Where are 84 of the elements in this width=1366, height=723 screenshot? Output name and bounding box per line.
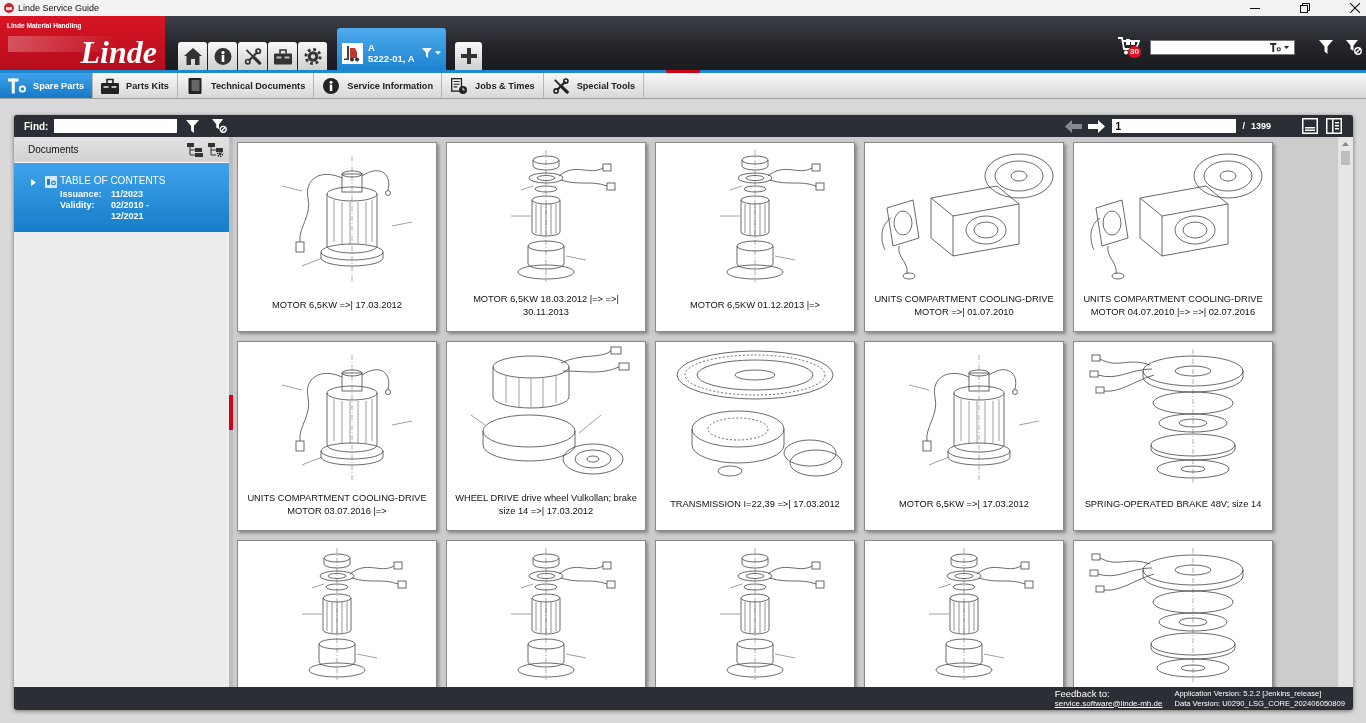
card-caption: MOTOR 6,5KW =>| 17.03.2012 — [272, 299, 402, 312]
card-caption: MOTOR 6,5KW 18.03.2012 |=> =>| 30.11.2013 — [472, 293, 620, 318]
feedback-email-link[interactable]: service.software@linde-mh.de — [1054, 698, 1163, 709]
page-separator: / — [1242, 121, 1245, 131]
caret-icon[interactable] — [1284, 45, 1289, 49]
page-field[interactable]: 1 — [1112, 119, 1237, 133]
app-icon — [4, 3, 14, 13]
document-card[interactable]: UNITS COMPARTMENT COOLING-DRIVE MOTOR 04.07.2010 |=> =>| 02.07.2016 — [1073, 142, 1273, 332]
document-card[interactable]: MOTOR 6,5KW 01.12.2013 |=> — [655, 142, 855, 332]
card-caption: TRANSMISSION I=22,39 =>| 17.03.2012 — [670, 498, 840, 511]
filter-icon[interactable] — [1319, 40, 1333, 54]
tab[interactable]: Service Information — [314, 73, 443, 98]
window-title: Linde Service Guide — [18, 3, 100, 13]
forward-arrow-icon[interactable] — [1088, 119, 1106, 133]
minimize-icon[interactable] — [1250, 7, 1260, 9]
logo-wordmark: Linde — [80, 38, 157, 67]
scroll-up-arrow-icon[interactable] — [1342, 142, 1349, 146]
single-view-icon[interactable] — [1302, 118, 1318, 134]
home-button[interactable] — [178, 42, 207, 70]
page-total: 1399 — [1250, 121, 1271, 131]
card-caption: UNITS COMPARTMENT COOLING-DRIVE MOTOR 04.07.2010 |=> =>| 02.07.2016 — [1082, 293, 1264, 318]
feedback-label: Feedback to: — [1054, 688, 1111, 699]
settings-icon — [303, 47, 322, 65]
document-icon — [45, 176, 57, 188]
tools-button[interactable] — [238, 42, 267, 70]
cart-count-badge: 30 — [1128, 46, 1141, 58]
home-icon — [183, 47, 202, 65]
book-icon — [186, 77, 204, 94]
field-label: Validity: — [60, 200, 96, 212]
document-card[interactable]: SPRING-OPERATED BRAKE 48V; size 14 — [1073, 341, 1273, 531]
vertical-scrollbar[interactable] — [1338, 137, 1353, 687]
restore-icon[interactable] — [1300, 3, 1310, 13]
toolbox-icon — [101, 77, 120, 94]
field-value: 02/2010 - 12/2021 — [111, 200, 151, 222]
document-card[interactable]: UNITS COMPARTMENT COOLING-DRIVE MOTOR 03.07.2016 |=> — [237, 341, 437, 531]
card-caption: MOTOR 6,5KW 01.12.2013 |=> — [690, 299, 820, 312]
document-card[interactable]: TRANSMISSION I=22,39 =>| 17.03.2012 — [655, 341, 855, 531]
search-field[interactable] — [1150, 39, 1295, 55]
tree-icon[interactable] — [187, 142, 203, 157]
tab[interactable]: Parts Kits — [93, 73, 178, 98]
settings-button[interactable] — [298, 42, 327, 70]
add-button[interactable] — [455, 42, 482, 70]
field-label: Issuance: — [60, 189, 103, 200]
filter-clear-icon[interactable] — [1346, 39, 1362, 55]
document-card[interactable]: UNITS COMPARTMENT COOLING-DRIVE MOTOR =>| 01.07.2010 — [864, 142, 1064, 332]
tools-icon — [551, 77, 570, 94]
close-icon[interactable] — [1350, 3, 1360, 13]
toolbox-button[interactable] — [268, 42, 297, 70]
splitter-handle[interactable] — [666, 70, 700, 73]
scrollbar-thumb[interactable] — [1341, 151, 1350, 165]
document-card[interactable]: WHEEL DRIVE drive wheel Vulkollan; brake size 14 =>| 17.03.2012 — [446, 341, 646, 531]
split-view-icon[interactable] — [1326, 118, 1342, 134]
bolt-washer-icon — [8, 77, 26, 94]
document-card[interactable]: MOTOR 6,5KW 18.03.2012 |=> =>| 30.11.2013 — [446, 142, 646, 332]
forklift-icon — [342, 42, 363, 64]
toc-item[interactable]: TABLE OF CONTENTS Issuance: 11/2023 Validity: 02/2010 - 12/2021 — [14, 163, 229, 232]
info-button[interactable] — [208, 42, 237, 70]
find-field[interactable] — [54, 119, 178, 133]
splitter-handle[interactable] — [229, 394, 233, 430]
tab[interactable]: Jobs & Times — [442, 73, 544, 98]
toolbox-icon — [273, 47, 292, 65]
find-label: Find: — [24, 120, 49, 132]
bolt-washer-icon[interactable] — [1270, 42, 1281, 52]
document-card[interactable]: MOTOR 6,5KW =>| 17.03.2012 — [237, 142, 437, 332]
sidebar-title: Documents — [28, 144, 79, 155]
filter-icon[interactable] — [186, 119, 200, 133]
card-caption: MOTOR 6,5KW =>| 17.03.2012 — [899, 498, 1029, 511]
info-icon — [322, 77, 341, 94]
tab[interactable]: Technical Documents — [178, 73, 315, 98]
document-card[interactable]: MOTOR 6,5KW =>| 17.03.2012 — [864, 341, 1064, 531]
tab[interactable]: Spare Parts — [0, 73, 94, 98]
info-icon — [213, 47, 232, 65]
tools-icon — [243, 47, 262, 65]
tree-gear-icon[interactable] — [208, 142, 224, 157]
card-caption: WHEEL DRIVE drive wheel Vulkollan; brake size 14 =>| 17.03.2012 — [454, 492, 638, 517]
card-caption: UNITS COMPARTMENT COOLING-DRIVE MOTOR =>| 01.07.2010 — [873, 293, 1055, 318]
field-value: 11/2023 — [111, 189, 145, 200]
tab[interactable]: Special Tools — [543, 73, 645, 98]
plus-icon — [460, 48, 477, 64]
filter-clear-icon[interactable] — [212, 119, 228, 133]
item-title: TABLE OF CONTENTS — [60, 174, 167, 188]
document-clock-icon — [450, 77, 469, 94]
card-caption: SPRING-OPERATED BRAKE 48V; size 14 — [1084, 498, 1262, 511]
card-caption: UNITS COMPARTMENT COOLING-DRIVE MOTOR 03.07.2016 |=> — [246, 492, 428, 517]
